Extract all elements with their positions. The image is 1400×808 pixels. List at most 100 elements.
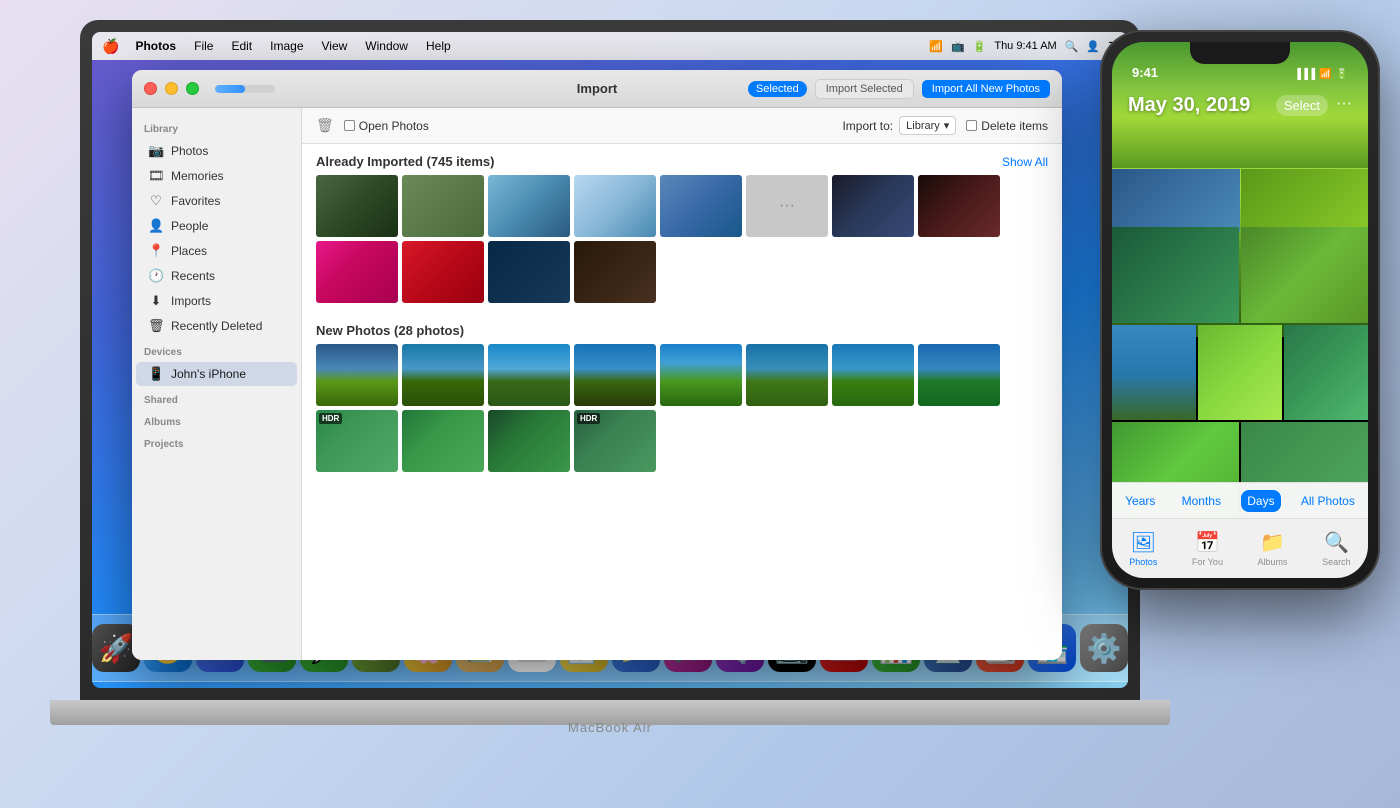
maximize-button[interactable] — [186, 82, 199, 95]
sidebar-item-imports[interactable]: ⬇ Imports — [136, 289, 297, 313]
iphone-photo-row-1 — [1112, 227, 1368, 323]
sidebar-item-recently-deleted[interactable]: 🗑 Recently Deleted — [136, 314, 297, 338]
iphone-photo-cell[interactable] — [1112, 169, 1240, 232]
delete-items-text: Delete items — [981, 119, 1048, 133]
iphone-time: 9:41 — [1132, 65, 1158, 80]
search-icon[interactable]: 🔍 — [1065, 40, 1079, 53]
user-icon[interactable]: 👤 — [1086, 40, 1100, 53]
open-photos-option[interactable]: Open Photos — [344, 119, 429, 133]
open-photos-checkbox[interactable] — [344, 120, 355, 131]
iphone-foryou-tab-label: For You — [1192, 557, 1223, 567]
photo-thumb[interactable] — [402, 241, 484, 303]
photo-thumb[interactable] — [316, 241, 398, 303]
import-all-button[interactable]: Import All New Photos — [922, 80, 1050, 98]
photo-thumb[interactable] — [660, 175, 742, 237]
iphone-tab-albums[interactable]: 📁 Albums — [1258, 530, 1288, 567]
iphone-photo-grid — [1112, 227, 1368, 518]
sidebar-imports-label: Imports — [171, 294, 211, 308]
new-photo-thumb[interactable] — [316, 344, 398, 406]
sidebar-item-photos[interactable]: 📷 Photos — [136, 139, 297, 163]
iphone-search-tab-label: Search — [1322, 557, 1351, 567]
menu-item-image[interactable]: Image — [264, 37, 309, 55]
new-photo-thumb[interactable] — [918, 344, 1000, 406]
recents-icon: 🕐 — [148, 268, 164, 284]
menu-item-edit[interactable]: Edit — [225, 37, 258, 55]
photo-thumb[interactable] — [316, 175, 398, 237]
import-to-container: Import to: Library ▾ — [842, 116, 956, 135]
sidebar-item-recents[interactable]: 🕐 Recents — [136, 264, 297, 288]
macbook-label: MacBook Air — [568, 720, 652, 735]
menu-item-help[interactable]: Help — [420, 37, 457, 55]
delete-items-checkbox[interactable] — [966, 120, 977, 131]
iphone-photo-cell[interactable] — [1241, 169, 1369, 232]
iphone-tab-for-you[interactable]: 📅 For You — [1192, 530, 1223, 567]
new-photo-thumb[interactable] — [660, 344, 742, 406]
apple-menu-icon[interactable]: 🍎 — [102, 38, 119, 55]
menu-bar-right: 📶 📺 🔋 Thu 9:41 AM 🔍 👤 ☰ — [929, 40, 1118, 53]
iphone-photo-cell[interactable] — [1198, 325, 1282, 421]
new-photo-thumb[interactable]: HDR — [574, 410, 656, 472]
photo-thumb[interactable] — [574, 175, 656, 237]
show-all-link[interactable]: Show All — [1002, 155, 1048, 169]
photo-thumb[interactable] — [574, 241, 656, 303]
new-photo-thumb[interactable] — [402, 410, 484, 472]
sidebar-item-memories[interactable]: 🎞 Memories — [136, 164, 297, 188]
iphone-photo-cell[interactable] — [1241, 227, 1368, 323]
new-photo-thumb[interactable]: HDR — [316, 410, 398, 472]
photo-thumb-placeholder[interactable]: ··· — [746, 175, 828, 237]
photo-thumb[interactable] — [488, 241, 570, 303]
photo-thumb[interactable] — [402, 175, 484, 237]
sidebar-memories-label: Memories — [171, 169, 224, 183]
sidebar-item-people[interactable]: 👤 People — [136, 214, 297, 238]
menu-item-view[interactable]: View — [316, 37, 354, 55]
photo-thumb[interactable] — [918, 175, 1000, 237]
sidebar-item-iphone[interactable]: 📱 John's iPhone — [136, 362, 297, 386]
iphone-albums-tab-icon: 📁 — [1260, 530, 1285, 555]
iphone-nav-months[interactable]: Months — [1176, 490, 1227, 512]
iphone-search-tab-icon: 🔍 — [1324, 530, 1349, 555]
toolbar-trash-icon: 🗑 — [316, 117, 334, 134]
imports-icon: ⬇ — [148, 293, 164, 309]
iphone-nav-days[interactable]: Days — [1241, 490, 1280, 512]
new-photo-thumb[interactable] — [402, 344, 484, 406]
menu-item-file[interactable]: File — [188, 37, 219, 55]
iphone-tab-photos[interactable]: 🖼 Photos — [1129, 530, 1157, 567]
dock-system-prefs[interactable]: ⚙️ — [1080, 624, 1128, 672]
iphone: 9:41 ▐▐▐ 📶 🔋 May 30, 2019 Select ··· — [1100, 30, 1380, 590]
iphone-photo-cell[interactable] — [1284, 325, 1368, 421]
import-selected-button[interactable]: Import Selected — [815, 79, 914, 99]
iphone-date-title: May 30, 2019 — [1128, 94, 1250, 117]
iphone-nav-years[interactable]: Years — [1119, 490, 1161, 512]
iphone-photo-cell[interactable] — [1112, 227, 1239, 323]
photo-thumb[interactable] — [488, 175, 570, 237]
close-button[interactable] — [144, 82, 157, 95]
new-photo-thumb[interactable] — [574, 344, 656, 406]
iphone-wifi-icon: 📶 — [1319, 69, 1331, 80]
places-icon: 📍 — [148, 243, 164, 259]
new-photo-thumb[interactable] — [832, 344, 914, 406]
photo-thumb[interactable] — [832, 175, 914, 237]
iphone-photo-cell[interactable] — [1112, 325, 1196, 421]
delete-items-option[interactable]: Delete items — [966, 119, 1048, 133]
iphone-more-button[interactable]: ··· — [1336, 95, 1352, 116]
minimize-button[interactable] — [165, 82, 178, 95]
new-photo-thumb[interactable] — [746, 344, 828, 406]
window-titlebar: Import Selected Import Selected Import A… — [132, 70, 1062, 108]
chevron-icon: ▾ — [944, 119, 950, 132]
menu-item-window[interactable]: Window — [359, 37, 414, 55]
macbook: 🍎 Photos File Edit Image View Window Hel… — [80, 20, 1140, 750]
import-to-select[interactable]: Library ▾ — [899, 116, 956, 135]
new-photo-thumb[interactable] — [488, 410, 570, 472]
menu-item-photos[interactable]: Photos — [129, 37, 182, 55]
new-photo-thumb[interactable] — [488, 344, 570, 406]
iphone-nav-all-photos[interactable]: All Photos — [1295, 490, 1361, 512]
iphone-select-button[interactable]: Select — [1276, 95, 1328, 116]
iphone-tab-search[interactable]: 🔍 Search — [1322, 530, 1351, 567]
sidebar-recently-deleted-label: Recently Deleted — [171, 319, 262, 333]
sidebar-item-favorites[interactable]: ♡ Favorites — [136, 189, 297, 213]
window-title: Import — [577, 81, 617, 96]
macbook-screen: 🍎 Photos File Edit Image View Window Hel… — [92, 32, 1128, 688]
iphone-photos-tab-label: Photos — [1129, 557, 1157, 567]
sidebar-item-places[interactable]: 📍 Places — [136, 239, 297, 263]
iphone-photo-row — [1112, 169, 1368, 232]
